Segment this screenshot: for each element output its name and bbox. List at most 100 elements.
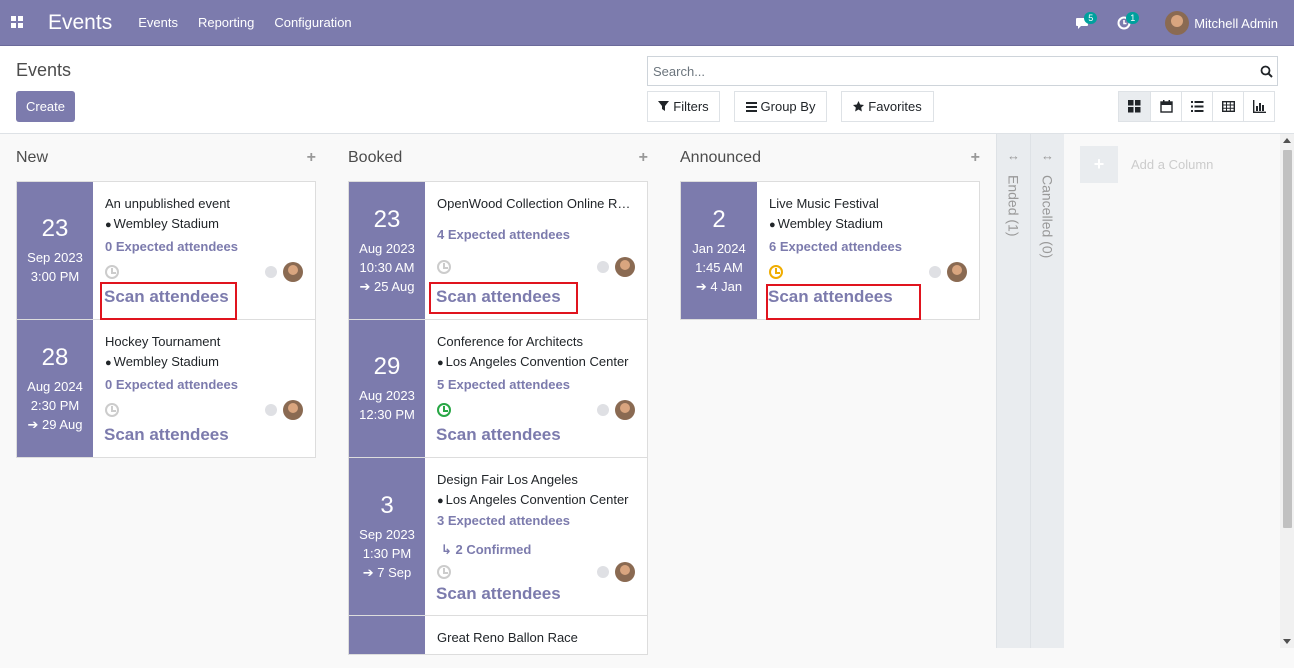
folded-column-cancelled[interactable]: ↔ Cancelled (0) xyxy=(1030,134,1064,648)
graph-view-button[interactable] xyxy=(1243,92,1274,121)
column-title: Booked xyxy=(348,149,403,166)
map-marker-icon: ● xyxy=(105,219,112,231)
event-name: An unpublished event xyxy=(105,196,231,211)
menu-configuration[interactable]: Configuration xyxy=(274,15,351,30)
kanban-state-dot[interactable] xyxy=(265,404,277,416)
expected-attendees[interactable]: 6 Expected attendees xyxy=(769,237,967,256)
quick-create-button[interactable]: + xyxy=(971,149,980,167)
add-column-button[interactable]: + Add a Column xyxy=(1080,146,1213,183)
menu-reporting[interactable]: Reporting xyxy=(198,15,254,30)
calendar-view-button[interactable] xyxy=(1150,92,1181,121)
responsible-avatar xyxy=(615,562,635,582)
expected-attendees[interactable]: 0 Expected attendees xyxy=(105,237,303,256)
event-date-box: 29 Aug 2023 12:30 PM xyxy=(349,320,425,457)
scroll-down-arrow-icon[interactable] xyxy=(1283,639,1291,644)
event-location: ● Wembley Stadium xyxy=(769,216,883,231)
app-title: Events xyxy=(48,10,113,34)
folded-column-title: Ended (1) xyxy=(1005,175,1022,237)
event-location: ● Wembley Stadium xyxy=(105,354,219,369)
expected-attendees[interactable]: 0 Expected attendees xyxy=(105,375,303,394)
kanban-state-dot[interactable] xyxy=(929,266,941,278)
scan-attendees-button[interactable]: Scan attendees xyxy=(104,425,229,445)
folded-column-ended[interactable]: ↔ Ended (1) xyxy=(996,134,1030,648)
activities-button[interactable]: 1 xyxy=(1111,0,1140,46)
activity-clock-icon[interactable] xyxy=(437,565,451,579)
event-date-box: 2 Jan 2024 1:45 AM ➔ 4 Jan xyxy=(681,182,757,319)
event-card[interactable]: 3 Sep 2023 1:30 PM ➔ 7 Sep Design Fair L… xyxy=(348,457,648,616)
list-icon xyxy=(1190,101,1203,112)
search-input[interactable] xyxy=(648,57,1255,85)
scan-attendees-button[interactable]: Scan attendees xyxy=(436,425,561,445)
event-name: Design Fair Los Angeles xyxy=(437,472,578,487)
filter-icon xyxy=(658,101,670,111)
highlight-box xyxy=(100,282,237,320)
kanban-view-button[interactable] xyxy=(1119,92,1150,121)
event-date-box xyxy=(349,616,425,654)
scroll-thumb[interactable] xyxy=(1283,150,1292,528)
responsible-avatar xyxy=(283,400,303,420)
expected-attendees[interactable]: 4 Expected attendees xyxy=(437,225,635,244)
kanban-column-booked: Booked + 23 Aug 2023 10:30 AM ➔ 25 Aug O… xyxy=(348,134,648,655)
expected-attendees[interactable]: 3 Expected attendees xyxy=(437,511,635,530)
messages-button[interactable]: 5 xyxy=(1069,0,1098,46)
plus-icon: + xyxy=(1080,146,1118,183)
pivot-view-button[interactable] xyxy=(1212,92,1243,121)
responsible-avatar xyxy=(615,257,635,277)
filters-button[interactable]: Filters xyxy=(647,91,720,122)
activity-clock-icon[interactable] xyxy=(105,265,119,279)
search-bar xyxy=(647,56,1278,86)
responsible-avatar xyxy=(615,400,635,420)
list-view-button[interactable] xyxy=(1181,92,1212,121)
activity-clock-icon[interactable] xyxy=(105,403,119,417)
kanban-icon xyxy=(1128,100,1141,113)
top-navbar: Events Events Reporting Configuration 5 … xyxy=(0,0,1294,46)
highlight-box xyxy=(429,282,578,314)
kanban-state-dot[interactable] xyxy=(597,566,609,578)
activity-clock-icon[interactable] xyxy=(437,260,451,274)
page-title: Events xyxy=(16,60,72,80)
event-date-box: 23 Aug 2023 10:30 AM ➔ 25 Aug xyxy=(349,182,425,319)
activity-clock-icon[interactable] xyxy=(769,265,783,279)
event-date-box: 23 Sep 2023 3:00 PM xyxy=(17,182,93,319)
kanban-state-dot[interactable] xyxy=(265,266,277,278)
messages-badge: 5 xyxy=(1084,12,1098,24)
folded-column-title: Cancelled (0) xyxy=(1039,175,1056,259)
column-title: New xyxy=(16,149,49,166)
vertical-scrollbar[interactable] xyxy=(1280,134,1294,648)
event-card[interactable]: 29 Aug 2023 12:30 PM Conference for Arch… xyxy=(348,319,648,458)
map-marker-icon: ● xyxy=(437,357,444,369)
kanban-state-dot[interactable] xyxy=(597,404,609,416)
user-name: Mitchell Admin xyxy=(1194,15,1278,31)
expected-attendees[interactable]: 5 Expected attendees xyxy=(437,375,635,394)
user-avatar xyxy=(1165,11,1190,35)
apps-menu-icon[interactable] xyxy=(0,0,34,46)
kanban-state-dot[interactable] xyxy=(597,261,609,273)
event-card[interactable]: Great Reno Ballon Race xyxy=(348,615,648,655)
activities-badge: 1 xyxy=(1126,12,1140,24)
event-date-box: 28 Aug 2024 2:30 PM ➔ 29 Aug xyxy=(17,320,93,457)
control-panel: Events Create Filters Group By Favorites xyxy=(0,46,1294,134)
responsible-avatar xyxy=(947,262,967,282)
event-card[interactable]: 28 Aug 2024 2:30 PM ➔ 29 Aug Hockey Tour… xyxy=(16,319,316,458)
menu-events[interactable]: Events xyxy=(138,15,178,30)
activity-clock-icon[interactable] xyxy=(437,403,451,417)
unfold-arrows-icon: ↔ xyxy=(1041,148,1054,163)
star-icon xyxy=(853,101,865,112)
scroll-up-arrow-icon[interactable] xyxy=(1283,138,1291,143)
confirmed-attendees[interactable]: ↳ 2 Confirmed xyxy=(441,542,635,558)
map-marker-icon: ● xyxy=(437,495,444,507)
unfold-arrows-icon: ↔ xyxy=(1007,148,1020,163)
event-name: Conference for Architects xyxy=(437,334,583,349)
view-switcher xyxy=(1118,91,1275,122)
scan-attendees-button[interactable]: Scan attendees xyxy=(436,584,561,604)
user-menu[interactable]: Mitchell Admin xyxy=(1165,11,1278,35)
quick-create-button[interactable]: + xyxy=(639,149,648,167)
search-icon[interactable] xyxy=(1255,57,1277,85)
event-name: Great Reno Ballon Race xyxy=(437,630,578,645)
table-icon xyxy=(1221,101,1235,113)
groupby-button[interactable]: Group By xyxy=(734,91,827,122)
create-button[interactable]: Create xyxy=(16,91,75,122)
favorites-button[interactable]: Favorites xyxy=(841,91,934,122)
calendar-icon xyxy=(1159,100,1173,113)
quick-create-button[interactable]: + xyxy=(307,149,316,167)
